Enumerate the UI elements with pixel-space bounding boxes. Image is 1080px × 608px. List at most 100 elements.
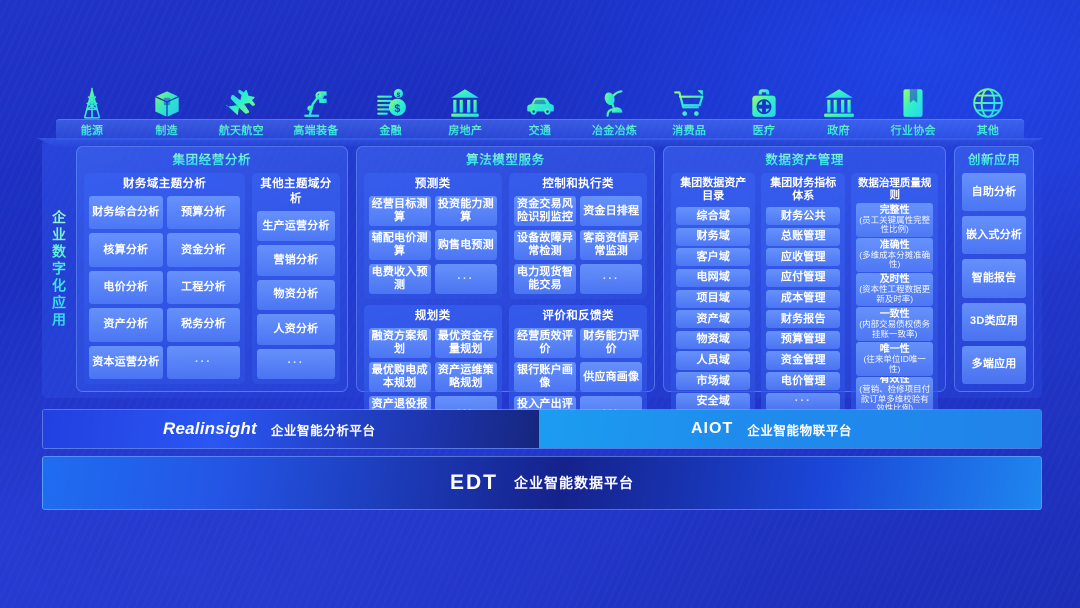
item-cell[interactable]: 自助分析 <box>962 173 1026 212</box>
item-cell[interactable]: 电费收入预测 <box>368 264 431 294</box>
item-cell[interactable]: 资金交易风险识别监控 <box>513 196 577 226</box>
item-cell[interactable]: 嵌入式分析 <box>962 216 1026 255</box>
item-cell[interactable]: 电力现货智能交易 <box>513 264 577 294</box>
governance-rule[interactable]: 唯一性 (往来单位ID唯一性) <box>856 342 934 376</box>
industry-label-11[interactable]: 行业协会 <box>883 122 943 138</box>
metallurgy-ladle-icon[interactable] <box>585 80 645 120</box>
item-cell[interactable]: 电网域 <box>676 268 751 287</box>
platform-aiot[interactable]: AIOT 企业智能物联平台 <box>539 410 1041 448</box>
industry-label-8[interactable]: 消费品 <box>659 122 719 138</box>
industry-label-12[interactable]: 其他 <box>958 122 1018 138</box>
item-cell[interactable]: 资金分析 <box>166 233 241 267</box>
governance-rule[interactable]: 准确性 (多维成本分摊准确性) <box>856 237 934 272</box>
item-cell[interactable]: 最优购电成本规划 <box>368 362 431 392</box>
item-cell[interactable]: 经营目标测算 <box>368 196 431 226</box>
industry-label-6[interactable]: 交通 <box>510 122 570 138</box>
industry-label-1[interactable]: 制造 <box>137 122 197 138</box>
panel-innovation-application[interactable]: 创新应用 自助分析 嵌入式分析 智能报告 3D类应用 多端应用 <box>954 146 1034 392</box>
item-cell[interactable]: ··· <box>434 264 497 294</box>
item-cell[interactable]: 成本管理 <box>766 289 841 308</box>
item-cell[interactable]: 物资域 <box>676 330 751 349</box>
globe-icon[interactable] <box>958 80 1018 120</box>
item-cell[interactable]: ··· <box>166 345 241 379</box>
platform-edt[interactable]: EDT 企业智能数据平台 <box>42 456 1042 510</box>
item-cell[interactable]: 智能报告 <box>962 259 1026 298</box>
item-cell[interactable]: 多端应用 <box>962 345 1026 385</box>
bank-building-icon[interactable] <box>435 80 495 120</box>
panel-group-analysis[interactable]: 集团经营分析 财务域主题分析 财务综合分析 预算分析 核算分析 资金分析 电价分析 工程分… <box>76 146 348 392</box>
item-cell[interactable]: ··· <box>257 348 335 379</box>
item-cell[interactable]: 资产分析 <box>89 308 163 342</box>
governance-rule[interactable]: 有效性 (营销、检修项目付款订单多维校验有效性比例) <box>856 376 934 411</box>
item-cell[interactable]: 融资方案规划 <box>368 328 431 358</box>
item-cell[interactable]: 资金日排程 <box>580 196 643 226</box>
item-cell[interactable]: 工程分析 <box>166 270 241 305</box>
industry-label-5[interactable]: 房地产 <box>435 122 495 138</box>
item-cell[interactable]: 客户域 <box>676 248 751 267</box>
item-cell[interactable]: 核算分析 <box>89 233 163 267</box>
item-cell[interactable]: 3D类应用 <box>962 302 1026 341</box>
group-control[interactable]: 控制和执行类 资金交易风险识别监控 资金日排程 设备故障异常检测 客商资信异常监测 电力… <box>508 173 648 299</box>
industry-label-0[interactable]: 能源 <box>62 122 122 138</box>
item-cell[interactable]: 综合域 <box>676 207 751 226</box>
industry-label-10[interactable]: 政府 <box>809 122 869 138</box>
item-cell[interactable]: 税务分析 <box>166 308 241 342</box>
industry-label-7[interactable]: 冶金冶炼 <box>585 122 645 138</box>
medical-kit-icon[interactable] <box>734 80 794 120</box>
industry-label-9[interactable]: 医疗 <box>734 122 794 138</box>
item-cell[interactable]: 客商资信异常监测 <box>580 230 643 260</box>
panel-algorithm-service[interactable]: 算法模型服务 预测类 经营目标测算 投资能力测算 辅配电价测算 购售电预测 电费收入预测… <box>355 146 656 431</box>
item-cell[interactable]: 财务报告 <box>766 310 841 329</box>
group-finance-analysis[interactable]: 财务域主题分析 财务综合分析 预算分析 核算分析 资金分析 电价分析 工程分析 资产分析 税务… <box>84 173 246 384</box>
item-cell[interactable]: 购售电预测 <box>434 230 497 260</box>
column-data-catalog[interactable]: 集团数据资产目录 综合域 财务域 客户域 电网域 项目域 资产域 物资域 人员域 市场域 安全域 <box>671 173 756 416</box>
book-bookmark-icon[interactable] <box>883 80 943 120</box>
item-cell[interactable]: 项目域 <box>676 289 751 308</box>
panel-data-asset-management[interactable]: 数据资产管理 集团数据资产目录 综合域 财务域 客户域 电网域 项目域 资产域 物资域 人员域… <box>663 146 947 416</box>
group-other-analysis[interactable]: 其他主题域分析 生产运营分析 营销分析 物资分析 人资分析 ··· <box>252 173 340 384</box>
item-cell[interactable]: 人资分析 <box>257 314 335 345</box>
column-indicator-system[interactable]: 集团财务指标体系 财务公共 总账管理 应收管理 应付管理 成本管理 财务报告 预算管理 资金管… <box>761 173 846 416</box>
item-cell[interactable]: 财务公共 <box>766 207 841 226</box>
item-cell[interactable]: 资金管理 <box>766 351 841 370</box>
item-cell[interactable]: 物资分析 <box>257 279 335 311</box>
item-cell[interactable]: 资本运营分析 <box>89 345 163 379</box>
item-cell[interactable]: 财务综合分析 <box>89 196 163 230</box>
government-building-icon[interactable] <box>809 80 869 120</box>
item-cell[interactable]: 供应商画像 <box>580 362 643 392</box>
item-cell[interactable]: 银行账户画像 <box>513 362 577 392</box>
item-cell[interactable]: 辅配电价测算 <box>368 230 431 260</box>
item-cell[interactable]: 最优资金存量规划 <box>434 328 497 358</box>
power-tower-icon[interactable] <box>62 80 122 120</box>
item-cell[interactable]: 市场域 <box>676 372 751 391</box>
airplane-icon[interactable] <box>211 80 271 120</box>
item-cell[interactable]: 财务域 <box>676 227 751 246</box>
shopping-cart-icon[interactable] <box>659 80 719 120</box>
item-cell[interactable]: 预算管理 <box>766 330 841 349</box>
governance-rule[interactable]: 一致性 (内部交易债权债务挂账一致率) <box>856 307 934 342</box>
item-cell[interactable]: 总账管理 <box>766 227 841 246</box>
item-cell[interactable]: 设备故障异常检测 <box>513 230 577 260</box>
column-data-governance[interactable]: 数据治理质量规则 完整性 (员工关键属性完整性比例) 准确性 (多维成本分摊准确性) 及… <box>851 173 939 416</box>
industry-label-3[interactable]: 高端装备 <box>286 122 346 138</box>
group-forecast[interactable]: 预测类 经营目标测算 投资能力测算 辅配电价测算 购售电预测 电费收入预测 ··· <box>363 173 502 299</box>
robot-arm-icon[interactable] <box>286 80 346 120</box>
item-cell[interactable]: 经营质效评价 <box>513 328 577 358</box>
item-cell[interactable]: 资产运维策略规划 <box>434 362 497 392</box>
item-cell[interactable]: 人员域 <box>676 351 751 370</box>
item-cell[interactable]: 预算分析 <box>166 196 241 230</box>
money-coin-icon[interactable]: $ $ <box>361 80 421 120</box>
item-cell[interactable]: 电价管理 <box>766 372 841 391</box>
platform-realinsight[interactable]: Realinsight 企业智能分析平台 <box>43 410 539 448</box>
item-cell[interactable]: 投资能力测算 <box>434 196 497 226</box>
item-cell[interactable]: 应收管理 <box>766 248 841 267</box>
item-cell[interactable]: ··· <box>580 264 643 294</box>
item-cell[interactable]: 电价分析 <box>89 270 163 305</box>
box-package-icon[interactable] <box>137 80 197 120</box>
item-cell[interactable]: 营销分析 <box>257 245 335 276</box>
industry-label-4[interactable]: 金融 <box>361 122 421 138</box>
item-cell[interactable]: 财务能力评价 <box>580 328 643 358</box>
car-icon[interactable] <box>510 80 570 120</box>
item-cell[interactable]: 生产运营分析 <box>257 211 335 242</box>
item-cell[interactable]: 应付管理 <box>766 268 841 287</box>
